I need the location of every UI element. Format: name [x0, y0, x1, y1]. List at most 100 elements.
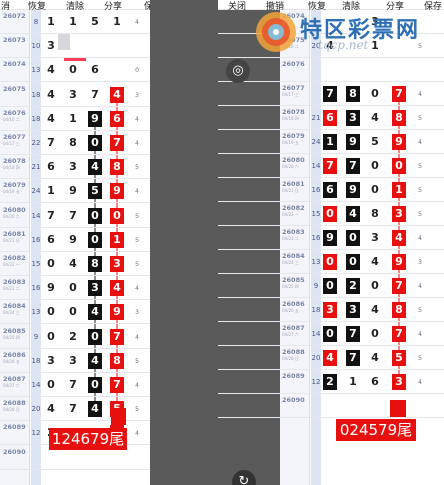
digit-cell[interactable]: 0: [346, 254, 360, 270]
digit-cell[interactable]: 5: [88, 14, 102, 30]
digit-cell[interactable]: 3: [368, 230, 382, 246]
digit-cell[interactable]: 9: [323, 230, 337, 246]
digit-cell[interactable]: 0: [368, 158, 382, 174]
digit-cell[interactable]: 7: [44, 135, 58, 151]
digit-cell[interactable]: 9: [44, 280, 58, 296]
digit-cell[interactable]: 0: [346, 230, 360, 246]
digit-cell[interactable]: 7: [346, 326, 360, 342]
digit-cell[interactable]: 8: [368, 206, 382, 222]
digit-cell[interactable]: 7: [323, 158, 337, 174]
digit-cell[interactable]: 1: [346, 374, 360, 390]
digit-cell[interactable]: 3: [66, 353, 80, 369]
digit-cell[interactable]: 3: [66, 159, 80, 175]
digit-cell[interactable]: 5: [88, 183, 102, 200]
digit-cell[interactable]: 4: [110, 86, 124, 103]
digit-cell[interactable]: 4: [392, 230, 406, 246]
digit-cell[interactable]: 0: [368, 278, 382, 294]
digit-cell[interactable]: 9: [110, 304, 124, 321]
digit-cell[interactable]: 4: [368, 350, 382, 366]
digit-cell[interactable]: 8: [392, 110, 406, 126]
digit-cell[interactable]: 3: [392, 206, 406, 222]
digit-cell[interactable]: 7: [110, 135, 124, 151]
digit-cell[interactable]: 8: [346, 86, 360, 102]
digit-cell[interactable]: 0: [66, 62, 80, 78]
digit-cell[interactable]: 7: [66, 401, 80, 417]
digit-cell[interactable]: 7: [323, 86, 337, 102]
digit-cell[interactable]: 0: [88, 207, 102, 224]
digit-cell[interactable]: 0: [66, 280, 80, 296]
digit-cell[interactable]: 0: [392, 158, 406, 174]
digit-cell[interactable]: 9: [110, 183, 124, 200]
digit-cell[interactable]: 0: [88, 135, 102, 151]
digit-cell[interactable]: 0: [368, 326, 382, 342]
digit-cell[interactable]: 0: [323, 326, 337, 342]
digit-cell[interactable]: 9: [392, 254, 406, 270]
digit-cell[interactable]: 7: [346, 158, 360, 174]
digit-cell[interactable]: 7: [66, 377, 80, 393]
digit-cell[interactable]: 8: [110, 159, 124, 176]
digit-cell[interactable]: 4: [44, 62, 58, 78]
digit-cell[interactable]: 4: [88, 352, 102, 369]
digit-cell[interactable]: 6: [44, 159, 58, 175]
digit-cell[interactable]: 4: [346, 206, 360, 222]
digit-cell[interactable]: 6: [88, 62, 102, 78]
digit-cell[interactable]: 0: [88, 377, 102, 393]
digit-cell[interactable]: 9: [88, 110, 102, 127]
digit-cell[interactable]: 9: [66, 232, 80, 248]
digit-cell[interactable]: 4: [368, 110, 382, 126]
digit-cell[interactable]: 0: [368, 86, 382, 102]
digit-cell[interactable]: 0: [44, 329, 58, 345]
digit-cell[interactable]: 1: [392, 182, 406, 198]
digit-cell[interactable]: 3: [346, 110, 360, 126]
digit-cell[interactable]: 6: [368, 374, 382, 390]
eye-icon[interactable]: ◎: [226, 59, 250, 83]
digit-cell[interactable]: 1: [110, 14, 124, 30]
digit-cell[interactable]: 4: [88, 159, 102, 176]
digit-cell[interactable]: 3: [346, 302, 360, 318]
digit-cell[interactable]: 1: [44, 183, 58, 199]
digit-cell[interactable]: 3: [392, 374, 406, 390]
digit-cell[interactable]: 2: [323, 374, 337, 390]
digit-cell[interactable]: 0: [88, 328, 102, 345]
digit-cell[interactable]: 8: [66, 135, 80, 151]
digit-cell[interactable]: 4: [368, 302, 382, 318]
digit-cell[interactable]: 3: [44, 38, 58, 54]
digit-cell[interactable]: 4: [88, 304, 102, 321]
digit-cell[interactable]: 1: [44, 14, 58, 30]
digit-cell[interactable]: 4: [110, 280, 124, 297]
digit-cell[interactable]: 7: [392, 278, 406, 294]
digit-cell[interactable]: 8: [392, 302, 406, 318]
digit-cell[interactable]: 0: [323, 278, 337, 294]
digit-cell[interactable]: 3: [66, 87, 80, 103]
digit-cell[interactable]: 4: [44, 87, 58, 103]
digit-cell[interactable]: 4: [323, 350, 337, 366]
digit-cell[interactable]: 4: [66, 256, 80, 272]
digit-cell[interactable]: 0: [88, 231, 102, 248]
digit-cell[interactable]: 0: [44, 256, 58, 272]
digit-cell[interactable]: 0: [44, 304, 58, 320]
digit-cell[interactable]: 1: [66, 14, 80, 30]
digit-cell[interactable]: 0: [44, 377, 58, 393]
digit-cell[interactable]: 0: [368, 182, 382, 198]
digit-cell[interactable]: 7: [66, 208, 80, 224]
digit-cell[interactable]: 2: [346, 278, 360, 294]
digit-cell[interactable]: 0: [323, 206, 337, 222]
digit-cell[interactable]: 1: [66, 111, 80, 127]
digit-cell[interactable]: 7: [110, 328, 124, 345]
digit-cell[interactable]: 0: [110, 207, 124, 224]
digit-cell[interactable]: 4: [368, 254, 382, 270]
digit-cell[interactable]: 7: [392, 326, 406, 342]
digit-cell[interactable]: 9: [346, 182, 360, 198]
digit-cell[interactable]: 5: [368, 134, 382, 150]
digit-cell[interactable]: 6: [323, 110, 337, 126]
digit-cell[interactable]: 1: [323, 134, 337, 150]
digit-cell[interactable]: 5: [392, 350, 406, 366]
digit-cell[interactable]: 4: [88, 401, 102, 418]
digit-cell[interactable]: 7: [44, 208, 58, 224]
digit-cell[interactable]: 6: [323, 182, 337, 198]
digit-cell[interactable]: 0: [323, 254, 337, 270]
digit-cell[interactable]: 7: [392, 86, 406, 102]
digit-cell[interactable]: 1: [110, 231, 124, 248]
digit-cell[interactable]: 7: [346, 350, 360, 366]
digit-cell[interactable]: 8: [88, 256, 102, 272]
